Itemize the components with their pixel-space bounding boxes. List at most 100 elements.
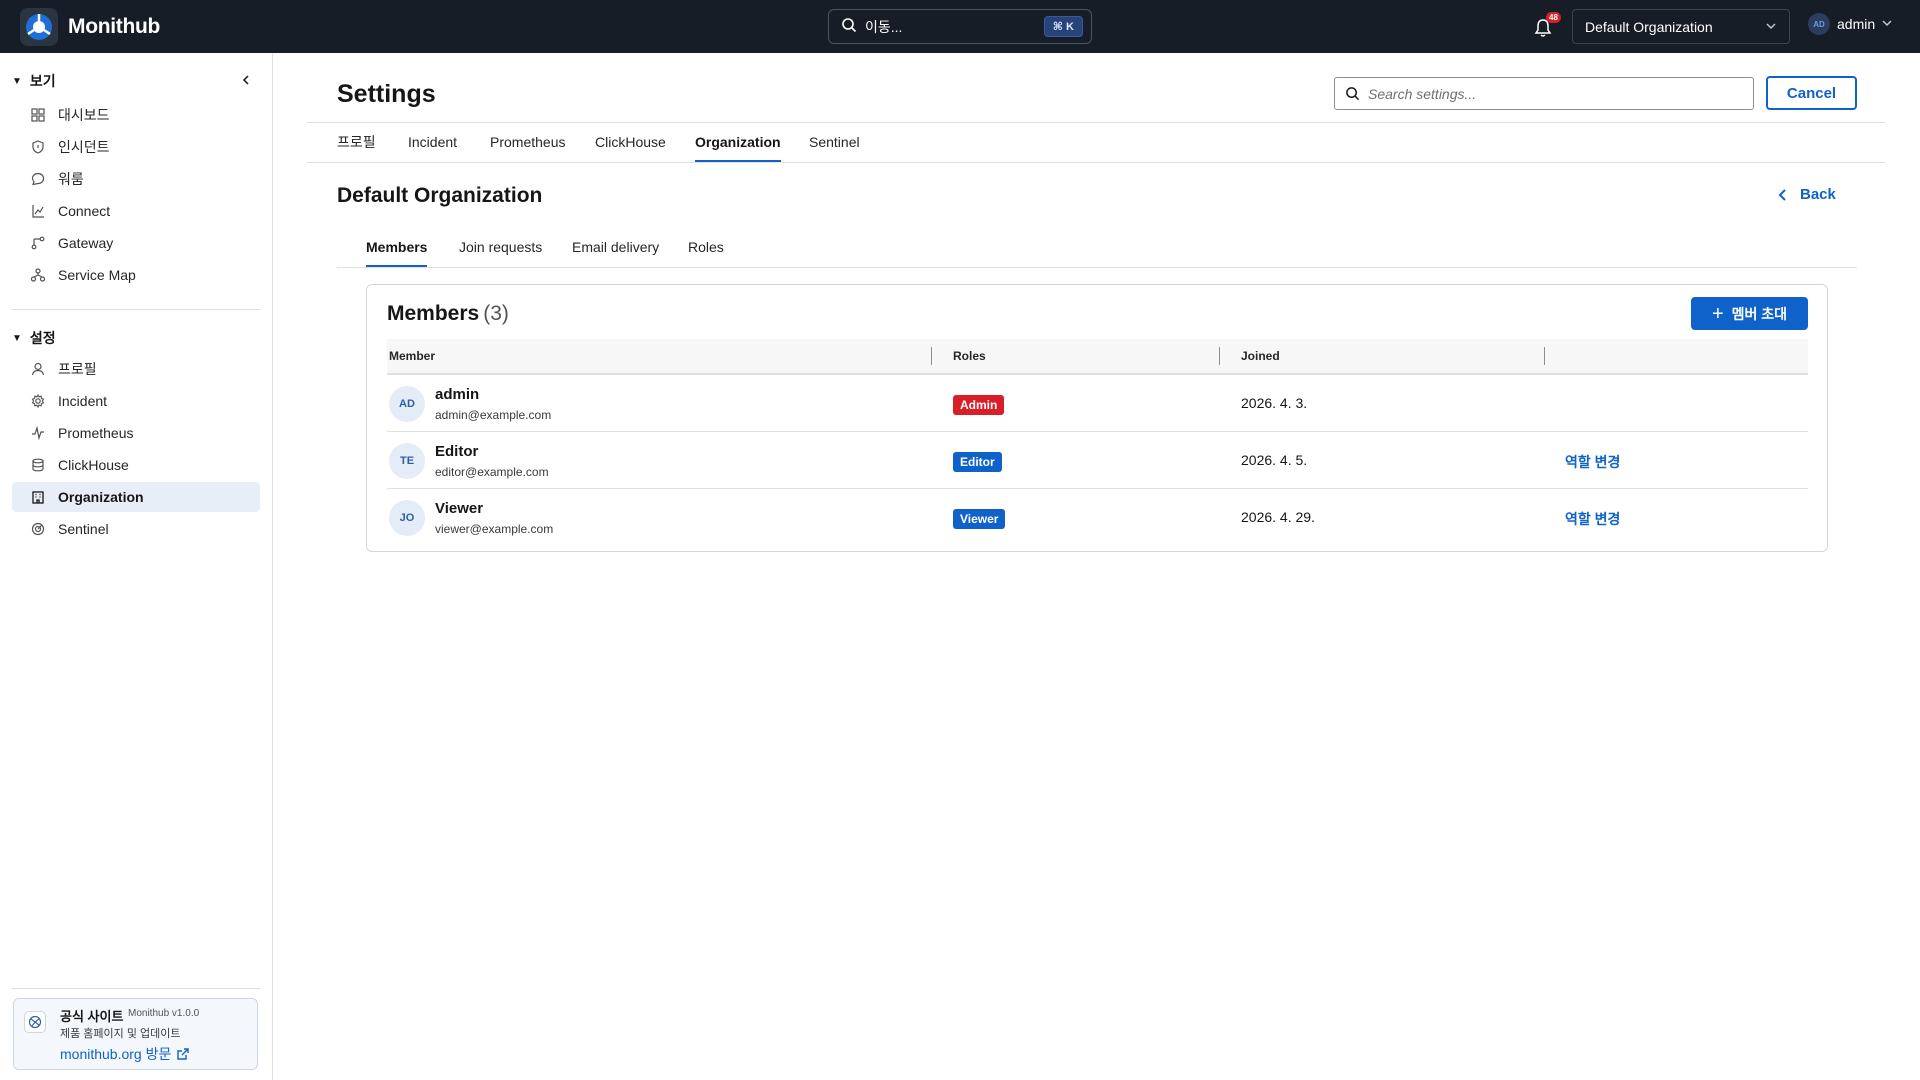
subtab-members[interactable]: Members — [366, 227, 428, 267]
role-badge: Admin — [953, 395, 1005, 415]
caret-down-icon: ▼ — [12, 75, 22, 87]
global-search[interactable]: 이동... ⌘ K — [828, 9, 1092, 44]
member-joined-date: 2026. 4. 3. — [1241, 395, 1308, 411]
cancel-button[interactable]: Cancel — [1766, 76, 1857, 110]
members-count: (3) — [483, 302, 509, 325]
role-badge: Viewer — [953, 509, 1006, 529]
sidebar-item-incident-settings[interactable]: Incident — [12, 386, 260, 416]
gateway-icon — [30, 235, 46, 251]
sidebar: ▼ 보기 대시보드 인시던트 워룸 Connect Gateway Servic… — [0, 53, 273, 1080]
invite-member-label: 멤버 초대 — [1731, 305, 1788, 322]
member-email: viewer@example.com — [435, 522, 554, 536]
table-row: AD admin admin@example.com Admin 2026. 4… — [387, 375, 1808, 432]
tab-incident[interactable]: Incident — [408, 122, 457, 162]
member-avatar: TE — [389, 443, 425, 479]
page-title: Settings — [337, 80, 436, 108]
top-bar: Monithub 이동... ⌘ K 48 Default Organizati… — [0, 0, 1920, 53]
sidebar-item-sentinel[interactable]: Sentinel — [12, 514, 260, 544]
search-shortcut: ⌘ K — [1043, 16, 1083, 37]
sidebar-section-view[interactable]: ▼ 보기 — [12, 71, 56, 91]
sidebar-item-organization[interactable]: Organization — [12, 482, 260, 512]
activity-icon — [30, 425, 46, 441]
back-button[interactable]: Back — [1778, 186, 1836, 203]
sidebar-item-label: Connect — [58, 203, 111, 219]
change-role-link[interactable]: 역할 변경 — [1565, 509, 1620, 529]
plus-icon: + — [1711, 302, 1724, 325]
members-card: Members (3) + 멤버 초대 Member Roles Joined A… — [366, 284, 1828, 552]
column-resize-handle[interactable] — [1219, 347, 1220, 365]
database-icon — [30, 457, 46, 473]
change-role-link[interactable]: 역할 변경 — [1565, 452, 1620, 472]
members-card-title: Members (3) — [387, 302, 509, 326]
subtab-join-requests[interactable]: Join requests — [459, 227, 542, 267]
sidebar-item-service-map[interactable]: Service Map — [12, 260, 260, 290]
organization-select[interactable]: Default Organization — [1572, 9, 1790, 44]
external-link-icon — [177, 1048, 190, 1060]
members-table-header: Member Roles Joined — [387, 339, 1808, 375]
globe-icon — [24, 1011, 46, 1033]
search-icon — [841, 17, 857, 36]
user-name: admin — [1837, 16, 1876, 32]
chevron-left-icon — [240, 73, 252, 89]
tab-organization[interactable]: Organization — [695, 122, 781, 162]
tabs-divider — [307, 162, 1885, 163]
gear-icon — [30, 393, 46, 409]
dashboard-icon — [30, 107, 46, 123]
member-name: Editor — [435, 443, 479, 460]
organization-title: Default Organization — [337, 184, 543, 207]
official-site-card: 공식 사이트 Monithub v1.0.0 제품 홈페이지 및 업데이트 mo… — [13, 998, 258, 1070]
chevron-left-icon — [1778, 188, 1788, 202]
settings-search[interactable] — [1334, 77, 1754, 110]
invite-member-button[interactable]: + 멤버 초대 — [1691, 297, 1808, 330]
column-header-joined[interactable]: Joined — [1241, 339, 1280, 373]
column-header-roles[interactable]: Roles — [953, 339, 986, 373]
sidebar-item-prometheus[interactable]: Prometheus — [12, 418, 260, 448]
tab-prometheus[interactable]: Prometheus — [490, 122, 565, 162]
sidebar-item-gateway[interactable]: Gateway — [12, 228, 260, 258]
sidebar-item-label: Service Map — [58, 267, 136, 283]
official-site-link-label: monithub.org 방문 — [60, 1046, 172, 1062]
search-icon — [1345, 86, 1360, 101]
sidebar-item-dashboard[interactable]: 대시보드 — [12, 100, 260, 130]
settings-search-input[interactable] — [1368, 85, 1743, 102]
connect-icon — [30, 203, 46, 219]
sidebar-section-label: 설정 — [29, 330, 56, 346]
column-resize-handle[interactable] — [1544, 347, 1545, 365]
sidebar-collapse-button[interactable] — [236, 71, 256, 91]
subtab-roles[interactable]: Roles — [688, 227, 724, 267]
brand-name: Monithub — [68, 14, 161, 38]
notification-count-badge: 48 — [1546, 12, 1561, 23]
sidebar-item-incidents[interactable]: 인시던트 — [12, 132, 260, 162]
member-avatar: AD — [389, 386, 425, 422]
member-name: admin — [435, 386, 480, 403]
column-resize-handle[interactable] — [931, 347, 932, 365]
shield-icon — [30, 139, 46, 155]
member-avatar: JO — [389, 500, 425, 536]
sidebar-item-label: 인시던트 — [58, 139, 110, 155]
official-site-title: 공식 사이트 — [60, 1009, 124, 1024]
sidebar-item-label: 워룸 — [58, 171, 84, 187]
global-search-label: 이동... — [865, 18, 903, 35]
sidebar-item-connect[interactable]: Connect — [12, 196, 260, 226]
brand[interactable]: Monithub — [20, 7, 161, 46]
official-site-link[interactable]: monithub.org 방문 — [60, 1044, 190, 1064]
caret-down-icon: ▼ — [12, 332, 22, 344]
sidebar-section-settings[interactable]: ▼ 설정 — [12, 328, 56, 348]
sidebar-item-clickhouse[interactable]: ClickHouse — [12, 450, 260, 480]
role-badge: Editor — [953, 452, 1002, 472]
sidebar-item-profile[interactable]: 프로필 — [12, 354, 260, 384]
chevron-down-icon — [1765, 19, 1777, 35]
sidebar-item-warroom[interactable]: 워룸 — [12, 164, 260, 194]
column-header-member[interactable]: Member — [389, 339, 435, 373]
tab-clickhouse[interactable]: ClickHouse — [595, 122, 666, 162]
service-map-icon — [30, 267, 46, 283]
table-row: JO Viewer viewer@example.com Viewer 2026… — [387, 489, 1808, 546]
sidebar-item-label: Incident — [58, 393, 108, 409]
tab-sentinel[interactable]: Sentinel — [809, 122, 860, 162]
subtab-email-delivery[interactable]: Email delivery — [572, 227, 659, 267]
app-version: Monithub v1.0.0 — [128, 1008, 200, 1019]
user-menu[interactable]: AD admin — [1808, 13, 1893, 35]
notification-button[interactable]: 48 — [1534, 12, 1561, 40]
member-joined-date: 2026. 4. 5. — [1241, 452, 1308, 468]
tab-profile[interactable]: 프로필 — [337, 122, 376, 162]
